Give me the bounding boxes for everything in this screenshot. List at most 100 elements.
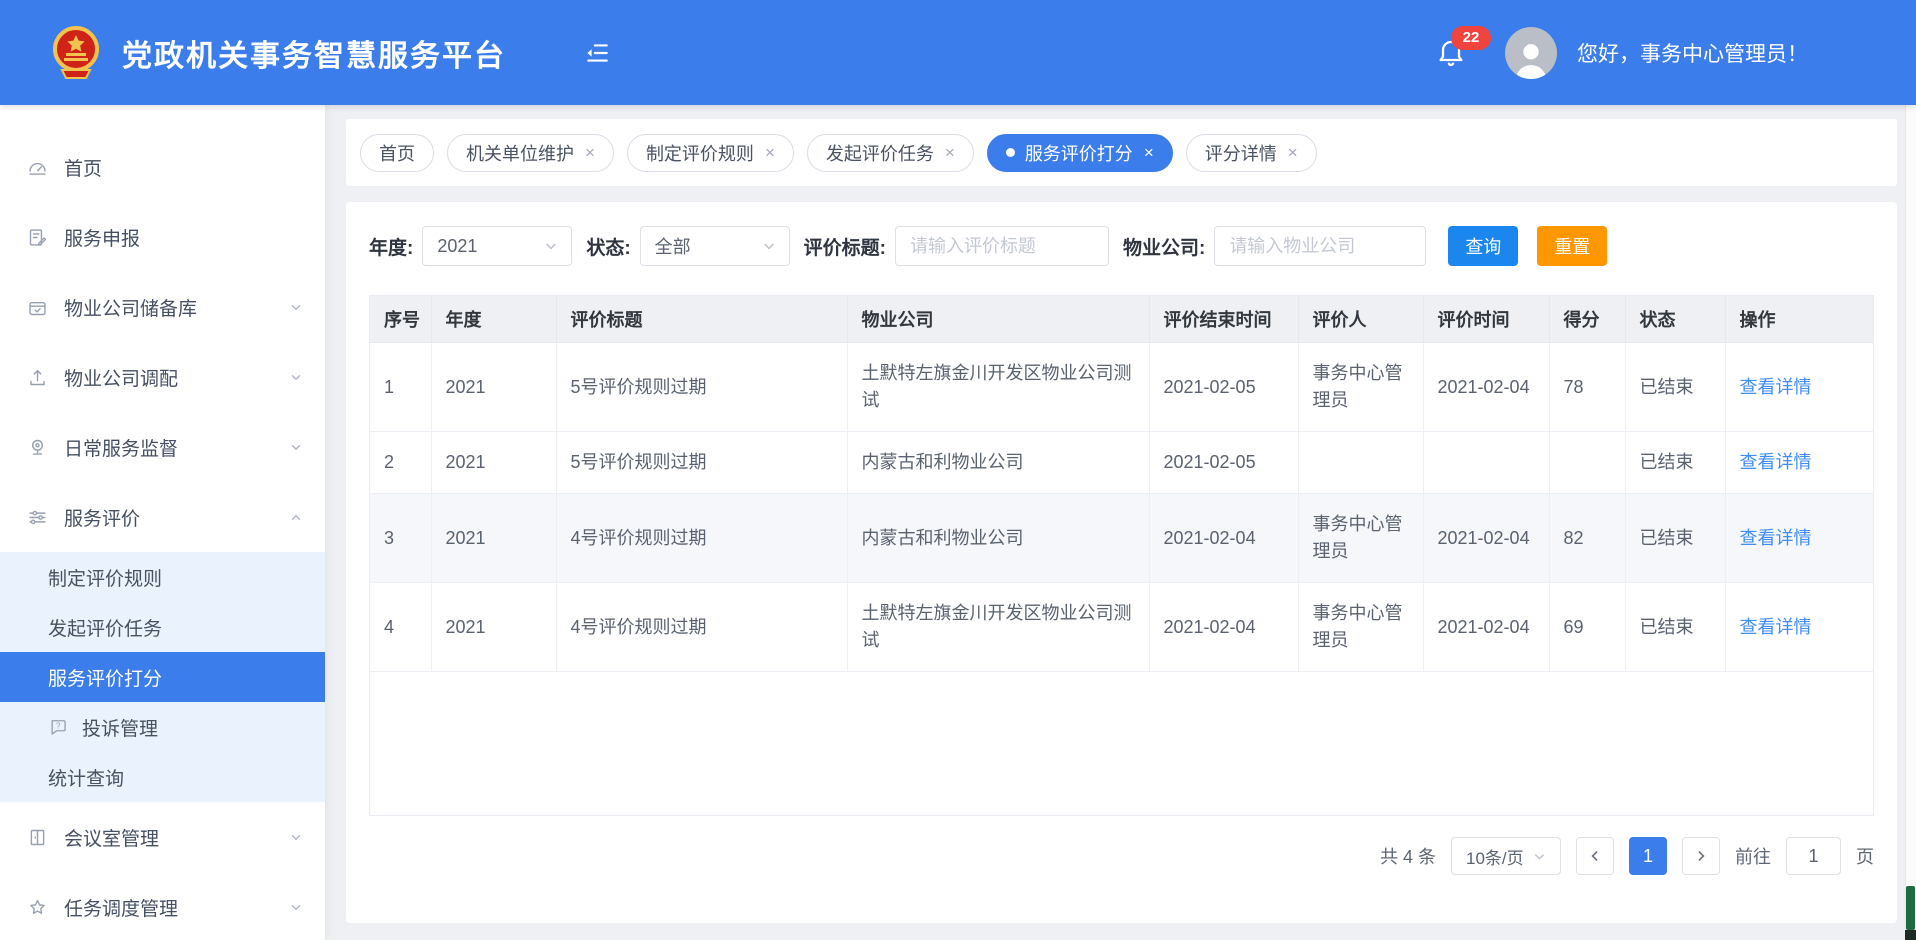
dispatch-icon (26, 366, 48, 388)
table-cell (1298, 432, 1423, 494)
sidebar-item-日常服务监督[interactable]: 日常服务监督 (0, 412, 325, 482)
form-icon (26, 226, 48, 248)
total-count: 共 4 条 (1380, 843, 1436, 869)
tab-评分详情[interactable]: 评分详情 × (1186, 134, 1317, 172)
prev-page-button[interactable] (1576, 837, 1614, 875)
page-size-select[interactable]: 10条/页 (1451, 837, 1561, 875)
sidebar-item-首页[interactable]: 首页 (0, 132, 325, 202)
close-icon[interactable]: × (1144, 144, 1154, 161)
table-cell: 78 (1549, 343, 1625, 432)
company-input[interactable] (1214, 226, 1426, 266)
vertical-scrollbar[interactable] (1905, 0, 1916, 940)
column-header-操作: 操作 (1725, 296, 1873, 343)
view-details-link[interactable]: 查看详情 (1740, 377, 1812, 397)
eval-title-input[interactable] (895, 226, 1109, 266)
table-cell: 已结束 (1625, 432, 1725, 494)
page-number-button[interactable]: 1 (1629, 837, 1667, 875)
goto-page-input[interactable] (1786, 837, 1841, 875)
tab-服务评价打分[interactable]: 服务评价打分 × (987, 134, 1173, 172)
scrollbar-thumb[interactable] (1906, 886, 1915, 930)
notification-bell[interactable]: 22 (1435, 34, 1469, 72)
table-row: 420214号评价规则过期土默特左旗金川开发区物业公司测试2021-02-04事… (370, 583, 1873, 672)
chevron-up-icon (289, 510, 303, 524)
close-icon[interactable]: × (945, 144, 955, 161)
table-cell: 事务中心管理员 (1298, 494, 1423, 583)
column-header-评价结束时间: 评价结束时间 (1149, 296, 1298, 343)
close-icon[interactable]: × (1288, 144, 1298, 161)
sidebar-subitem-统计查询[interactable]: 统计查询 (0, 752, 325, 802)
table-cell: 2021 (431, 432, 556, 494)
table-cell: 5号评价规则过期 (556, 432, 847, 494)
status-select[interactable]: 全部 (640, 226, 790, 266)
task-icon (26, 896, 48, 918)
table-cell: 2021-02-04 (1423, 583, 1549, 672)
table-cell: 3 (370, 494, 431, 583)
table-cell: 4号评价规则过期 (556, 494, 847, 583)
filter-bar: 年度: 2021 状态: 全部 评价标题: 物业公司: 查询 重置 (369, 226, 1874, 266)
table-cell-action: 查看详情 (1725, 583, 1873, 672)
table-cell: 4 (370, 583, 431, 672)
table-cell: 内蒙古和利物业公司 (847, 494, 1149, 583)
tab-机关单位维护[interactable]: 机关单位维护 × (447, 134, 614, 172)
sidebar-item-服务申报[interactable]: 服务申报 (0, 202, 325, 272)
tab-label: 服务评价打分 (1025, 140, 1133, 166)
table-cell: 事务中心管理员 (1298, 583, 1423, 672)
table-row: 120215号评价规则过期土默特左旗金川开发区物业公司测试2021-02-05事… (370, 343, 1873, 432)
sidebar-subitem-服务评价打分[interactable]: 服务评价打分 (0, 652, 325, 702)
sidebar-subitem-发起评价任务[interactable]: 发起评价任务 (0, 602, 325, 652)
sidebar-item-物业公司储备库[interactable]: 物业公司储备库 (0, 272, 325, 342)
sidebar-item-会议室管理[interactable]: 会议室管理 (0, 802, 325, 872)
table-cell-action: 查看详情 (1725, 494, 1873, 583)
tab-label: 机关单位维护 (466, 140, 574, 166)
sidebar-item-label: 日常服务监督 (64, 434, 178, 461)
chevron-down-icon (289, 900, 303, 914)
chevron-left-icon (1587, 848, 1603, 864)
sidebar-item-服务评价[interactable]: 服务评价 (0, 482, 325, 552)
close-icon[interactable]: × (765, 144, 775, 161)
chevron-down-icon (289, 830, 303, 844)
table-cell: 内蒙古和利物业公司 (847, 432, 1149, 494)
chevron-down-icon (761, 238, 777, 254)
results-table: 序号年度评价标题物业公司评价结束时间评价人评价时间得分状态操作120215号评价… (369, 295, 1874, 816)
tab-发起评价任务[interactable]: 发起评价任务 × (807, 134, 974, 172)
search-button[interactable]: 查询 (1448, 226, 1518, 266)
sidebar-subitem-投诉管理[interactable]: ?投诉管理 (0, 702, 325, 752)
table-cell: 2021-02-05 (1149, 432, 1298, 494)
tab-label: 评分详情 (1205, 140, 1277, 166)
table-cell: 1 (370, 343, 431, 432)
dashboard-icon (26, 156, 48, 178)
view-details-link[interactable]: 查看详情 (1740, 617, 1812, 637)
sidebar-item-label: 首页 (64, 154, 102, 181)
app-root: 党政机关事务智慧服务平台 22 您好，事务中心管理员！ 首页服务申报物业公司储备… (0, 0, 1916, 940)
year-select[interactable]: 2021 (422, 226, 572, 266)
person-icon (1509, 39, 1553, 79)
tab-label: 发起评价任务 (826, 140, 934, 166)
sidebar-item-物业公司调配[interactable]: 物业公司调配 (0, 342, 325, 412)
sidebar-subitem-制定评价规则[interactable]: 制定评价规则 (0, 552, 325, 602)
tab-制定评价规则[interactable]: 制定评价规则× (627, 134, 794, 172)
column-header-物业公司: 物业公司 (847, 296, 1149, 343)
view-details-link[interactable]: 查看详情 (1740, 452, 1812, 472)
menu-fold-icon[interactable] (582, 38, 612, 68)
table-cell: 2021 (431, 583, 556, 672)
user-avatar[interactable] (1505, 27, 1557, 79)
submenu-服务评价: 制定评价规则发起评价任务服务评价打分?投诉管理统计查询 (0, 552, 325, 802)
year-select-value: 2021 (437, 236, 535, 257)
sidebar-item-任务调度管理[interactable]: 任务调度管理 (0, 872, 325, 940)
year-label: 年度: (369, 233, 413, 260)
status-select-value: 全部 (655, 233, 753, 259)
table-cell: 2021-02-04 (1149, 494, 1298, 583)
svg-text:?: ? (56, 722, 61, 731)
tab-首页[interactable]: 首页 (360, 134, 434, 172)
view-details-link[interactable]: 查看详情 (1740, 528, 1812, 548)
reset-button[interactable]: 重置 (1537, 226, 1607, 266)
sidebar-item-label: 物业公司调配 (64, 364, 178, 391)
table-cell: 已结束 (1625, 583, 1725, 672)
table-cell: 已结束 (1625, 494, 1725, 583)
next-page-button[interactable] (1682, 837, 1720, 875)
table-cell: 2 (370, 432, 431, 494)
chevron-down-icon (289, 370, 303, 384)
close-icon[interactable]: × (585, 144, 595, 161)
sidebar-item-label: 服务评价 (64, 504, 140, 531)
chevron-right-icon (1693, 848, 1709, 864)
